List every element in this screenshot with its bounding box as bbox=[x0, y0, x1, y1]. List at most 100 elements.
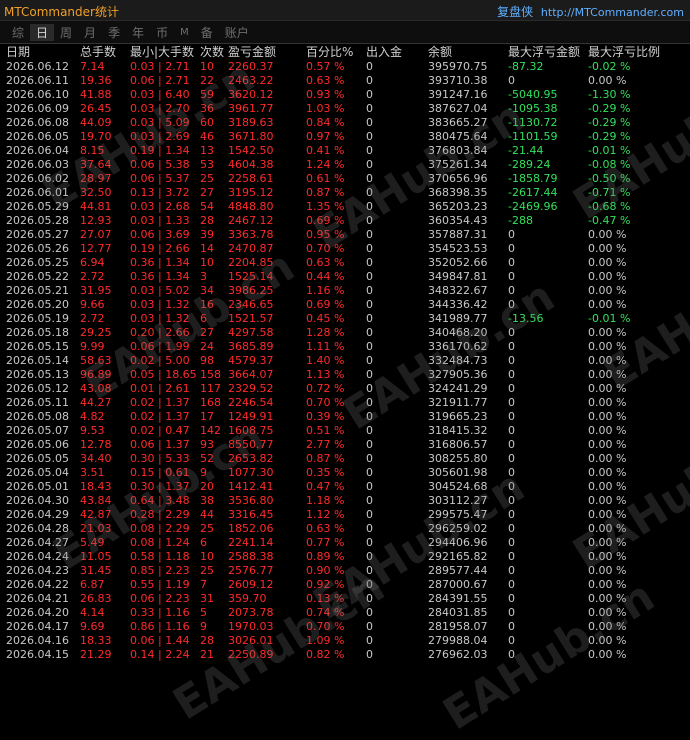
table-row: 2026.05.21 31.95 0.03 | 5.02 34 3986.25 1.16 … bbox=[0, 284, 690, 298]
table-cell: 0.00 % bbox=[588, 298, 627, 311]
tab-0[interactable]: 综 bbox=[6, 24, 30, 41]
table-cell: 2026.06.11 bbox=[6, 74, 69, 87]
brand-url[interactable]: http://MTCommander.com bbox=[541, 6, 684, 19]
table-cell: 0.06 | 1.37 bbox=[130, 438, 190, 451]
table-cell: 21 bbox=[200, 648, 214, 661]
table-cell: 0.03 | 1.33 bbox=[130, 214, 190, 227]
table-cell: 0.63 % bbox=[306, 74, 345, 87]
tab-7[interactable]: M bbox=[174, 27, 195, 38]
table-cell: 0.00 % bbox=[588, 326, 627, 339]
table-cell: -0.71 % bbox=[588, 186, 631, 199]
column-header[interactable]: 最大浮亏比例 bbox=[588, 44, 668, 60]
tab-8[interactable]: 备 bbox=[195, 24, 219, 41]
table-cell: 2026.04.22 bbox=[6, 578, 69, 591]
table-cell: 0 bbox=[508, 466, 515, 479]
table-cell: 0.74 % bbox=[306, 606, 345, 619]
column-header[interactable]: 盈亏金额 bbox=[228, 44, 306, 60]
tab-4[interactable]: 季 bbox=[102, 24, 126, 41]
table-cell: 0 bbox=[366, 200, 373, 213]
tab-3[interactable]: 月 bbox=[78, 24, 102, 41]
table-cell: 2026.05.27 bbox=[6, 228, 69, 241]
table-cell: 2329.52 bbox=[228, 382, 274, 395]
table-cell: 0.00 % bbox=[588, 564, 627, 577]
table-cell: 9 bbox=[200, 466, 207, 479]
column-header[interactable]: 总手数 bbox=[80, 44, 130, 60]
table-cell: 0.00 % bbox=[588, 424, 627, 437]
table-cell: 375261.34 bbox=[428, 158, 488, 171]
table-cell: 287000.67 bbox=[428, 578, 488, 591]
table-cell: 26.83 bbox=[80, 592, 112, 605]
table-cell: 0.64 | 3.48 bbox=[130, 494, 190, 507]
table-cell: 289577.44 bbox=[428, 564, 488, 577]
table-cell: 0 bbox=[366, 480, 373, 493]
table-cell: 0.00 % bbox=[588, 410, 627, 423]
table-cell: 2026.04.28 bbox=[6, 522, 69, 535]
table-cell: -1.30 % bbox=[588, 88, 631, 101]
column-header[interactable]: 次数 bbox=[200, 44, 228, 60]
table-cell: 0.00 % bbox=[588, 480, 627, 493]
table-cell: 0 bbox=[508, 424, 515, 437]
column-header[interactable]: 最小|大手数 bbox=[130, 44, 200, 60]
table-cell: 0.19 | 2.66 bbox=[130, 242, 190, 255]
table-cell: 0.00 % bbox=[588, 634, 627, 647]
table-cell: 9.69 bbox=[80, 620, 105, 633]
table-cell: 2.72 bbox=[80, 312, 105, 325]
table-cell: 0.39 % bbox=[306, 410, 345, 423]
column-header[interactable]: 百分比% bbox=[306, 44, 366, 60]
table-cell: 0 bbox=[366, 60, 373, 73]
column-header[interactable]: 出入金 bbox=[366, 44, 428, 60]
table-row: 2026.05.29 44.81 0.03 | 2.68 54 4848.80 1.35 … bbox=[0, 200, 690, 214]
table-cell: 0.30 | 1.37 bbox=[130, 480, 190, 493]
table-cell: 0 bbox=[508, 508, 515, 521]
table-cell: 0.06 | 3.69 bbox=[130, 228, 190, 241]
table-cell: 360354.43 bbox=[428, 214, 488, 227]
table-cell: 6.87 bbox=[80, 578, 105, 591]
column-header[interactable]: 日期 bbox=[0, 44, 80, 60]
table-cell: 32.50 bbox=[80, 186, 112, 199]
table-cell: 0.58 | 1.18 bbox=[130, 550, 190, 563]
table-cell: 0.72 % bbox=[306, 382, 345, 395]
table-cell: 1970.03 bbox=[228, 620, 274, 633]
table-row: 2026.05.04 3.51 0.15 | 0.61 9 1077.30 0.35 % 0… bbox=[0, 466, 690, 480]
table-cell: 0.30 | 5.33 bbox=[130, 452, 190, 465]
table-cell: 0.06 | 5.38 bbox=[130, 158, 190, 171]
table-cell: 2609.12 bbox=[228, 578, 274, 591]
table-cell: 0.90 % bbox=[306, 564, 345, 577]
table-row: 2026.06.01 32.50 0.13 | 3.72 27 3195.12 0.87 … bbox=[0, 186, 690, 200]
tab-9[interactable]: 账户 bbox=[219, 24, 255, 41]
tab-5[interactable]: 年 bbox=[126, 24, 150, 41]
table-cell: 0.00 % bbox=[588, 382, 627, 395]
table-cell: 43.84 bbox=[80, 494, 112, 507]
column-header[interactable]: 最大浮亏金额 bbox=[508, 44, 588, 60]
table-cell: 305601.98 bbox=[428, 466, 488, 479]
table-cell: 24 bbox=[200, 340, 214, 353]
table-cell: 0 bbox=[366, 158, 373, 171]
table-cell: 2026.05.01 bbox=[6, 480, 69, 493]
table-cell: 0 bbox=[508, 410, 515, 423]
table-cell: 2.77 % bbox=[306, 438, 345, 451]
tab-2[interactable]: 周 bbox=[54, 24, 78, 41]
tab-6[interactable]: 币 bbox=[150, 24, 174, 41]
table-cell: 2026.05.18 bbox=[6, 326, 69, 339]
table-cell: -87.32 bbox=[508, 60, 544, 73]
table-row: 2026.05.19 2.72 0.03 | 1.32 6 1521.57 0.45 % 0… bbox=[0, 312, 690, 326]
table-cell: 27 bbox=[200, 326, 214, 339]
brand-name[interactable]: 复盘侠 bbox=[497, 5, 533, 19]
table-cell: 0.70 % bbox=[306, 396, 345, 409]
table-cell: 93 bbox=[200, 438, 214, 451]
table-row: 2026.06.02 28.97 0.06 | 5.37 25 2258.61 0.61 … bbox=[0, 172, 690, 186]
column-header[interactable]: 余额 bbox=[428, 44, 508, 60]
table-cell: 0 bbox=[366, 494, 373, 507]
table-cell: 0 bbox=[366, 172, 373, 185]
table-cell: 395970.75 bbox=[428, 60, 488, 73]
table-cell: 0 bbox=[508, 74, 515, 87]
table-cell: 9.99 bbox=[80, 340, 105, 353]
table-cell: 142 bbox=[200, 424, 221, 437]
table-row: 2026.05.28 12.93 0.03 | 1.33 28 2467.12 0.69 … bbox=[0, 214, 690, 228]
table-cell: 0.05 | 18.65 bbox=[130, 368, 197, 381]
app-title: MTCommander统计 bbox=[4, 5, 119, 19]
table-row: 2026.05.05 34.40 0.30 | 5.33 52 2653.82 0.87 … bbox=[0, 452, 690, 466]
table-cell: 7 bbox=[200, 578, 207, 591]
tab-1[interactable]: 日 bbox=[30, 23, 55, 41]
brand-link[interactable]: 复盘侠 http://MTCommander.com bbox=[497, 3, 684, 20]
